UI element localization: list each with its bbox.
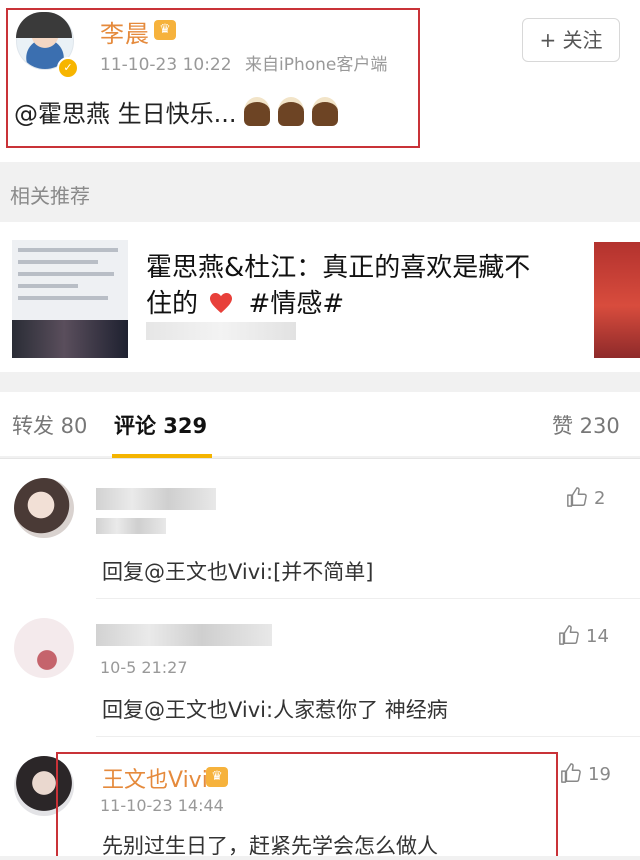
commenter-avatar[interactable] <box>14 478 74 538</box>
comment-like-count: 14 <box>586 626 609 647</box>
highlight-box-post <box>6 8 420 148</box>
tab-comments[interactable]: 评论 329 <box>114 410 207 440</box>
tabs-bar <box>0 392 640 456</box>
comment-time-blurred <box>96 518 166 534</box>
next-related-thumbnail[interactable] <box>594 242 640 358</box>
comment-like-button[interactable]: 14 <box>558 624 609 647</box>
comment-like-button[interactable]: 2 <box>566 486 605 509</box>
thumbs-up-icon <box>567 487 587 507</box>
divider <box>96 736 640 737</box>
related-label: 相关推荐 <box>10 184 90 208</box>
highlight-box-comment <box>56 752 558 856</box>
thumbs-up-icon <box>559 625 579 645</box>
tab-likes[interactable]: 赞 230 <box>552 410 620 440</box>
related-title[interactable]: 霍思燕&杜江：真正的喜欢是藏不住的 #情感# <box>146 250 556 322</box>
comment-text: 回复@王文也Vivi:[并不简单] <box>102 560 374 584</box>
follow-button[interactable]: + 关注 <box>522 18 620 62</box>
comment-like-count: 19 <box>588 764 611 785</box>
comment-like-count: 2 <box>594 488 606 509</box>
divider <box>96 598 640 599</box>
comment-time: 10-5 21:27 <box>100 658 188 677</box>
commenter-avatar[interactable] <box>14 618 74 678</box>
heart-icon <box>210 293 233 313</box>
comment-like-button[interactable]: 19 <box>560 762 611 785</box>
comment-text: 回复@王文也Vivi:人家惹你了 神经病 <box>102 698 448 722</box>
commenter-name-blurred[interactable] <box>96 624 272 646</box>
related-subtitle-blurred <box>146 322 296 340</box>
tab-repost[interactable]: 转发 80 <box>12 410 87 440</box>
commenter-name-blurred[interactable] <box>96 488 216 510</box>
related-thumbnail[interactable] <box>12 240 128 358</box>
related-hashtag[interactable]: #情感# <box>249 289 345 319</box>
thumbs-up-icon <box>561 763 581 783</box>
